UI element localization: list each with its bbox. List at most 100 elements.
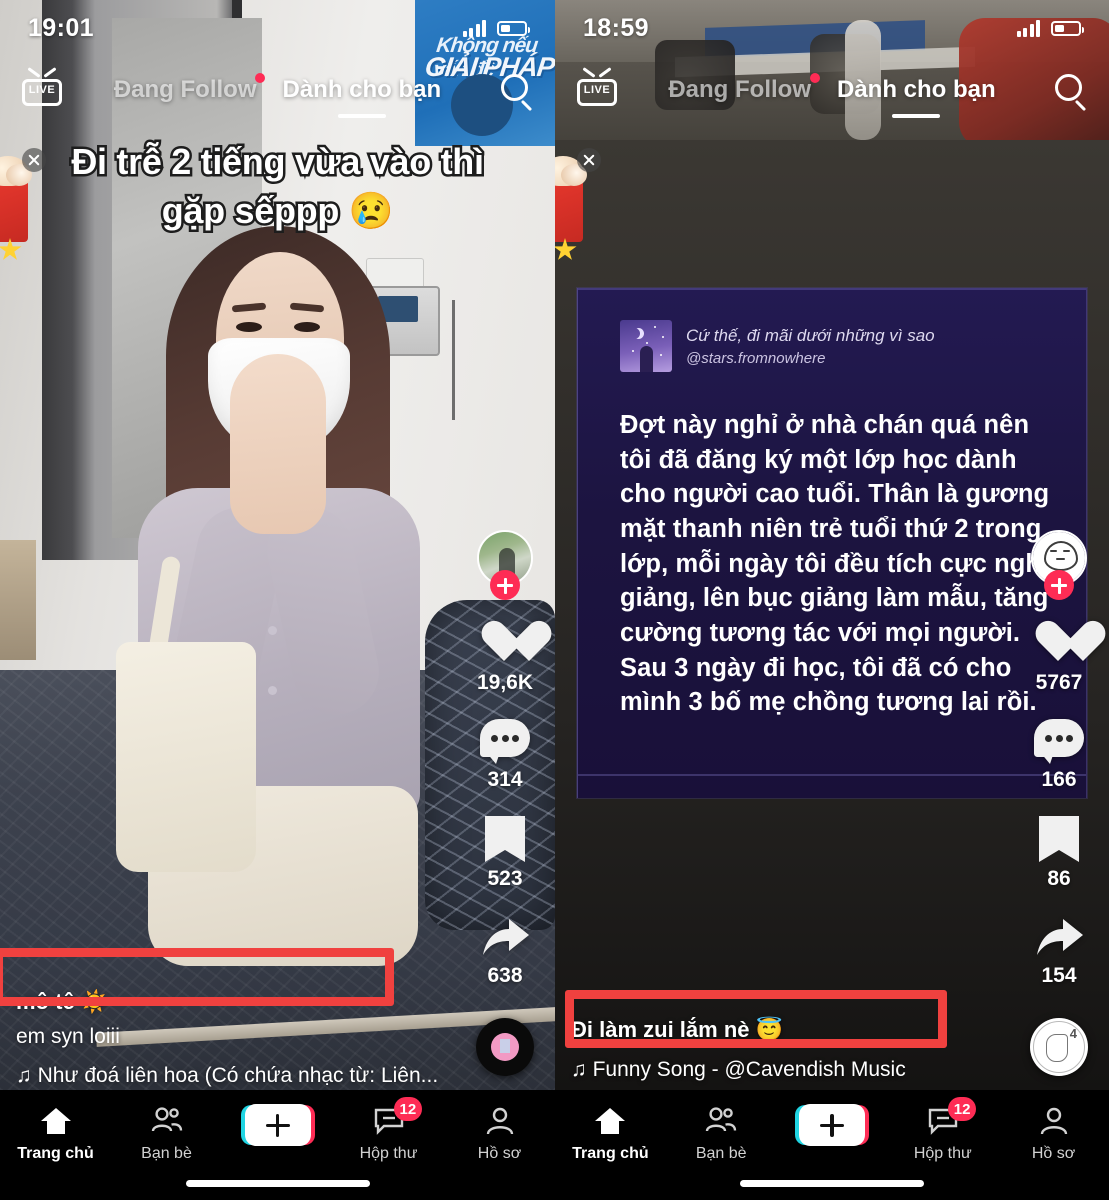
comment-icon [480,719,530,764]
plus-follow-icon[interactable] [1044,570,1074,600]
nav-item-inbox[interactable]: 12 Hộp thư [339,1097,439,1163]
home-indicator [740,1180,924,1187]
nav-item-friends[interactable]: Bạn bè [671,1104,771,1163]
nav-item-home[interactable]: Trang chủ [560,1104,660,1163]
home-indicator [185,1180,370,1187]
active-tab-underline [337,114,386,118]
like-button[interactable]: 19,6K [477,622,533,695]
quote-card-handle: @stars.fromnowhere [686,350,826,368]
status-time: 18:59 [583,13,649,42]
video-caption-block: mô tê ☀️ em syn loiii ♫ Như đoá liên hoa… [16,989,446,1088]
tab-for-you[interactable]: Dành cho bạn [282,76,442,118]
create-plus-icon[interactable] [798,1104,865,1146]
share-count: 638 [487,964,523,987]
heart-icon [1035,622,1083,666]
nav-item-friends[interactable]: Bạn bè [117,1104,217,1163]
music-disc-icon[interactable] [1030,1018,1088,1076]
nav-label-profile: Hồ sơ [1031,1145,1076,1162]
status-time: 19:01 [28,13,94,42]
bookmark-button[interactable]: 86 [1039,816,1079,891]
battery-icon [1051,20,1084,36]
share-arrow-icon [1033,915,1085,959]
notification-dot-icon [255,73,266,83]
caption-main: Đi làm zui lắm nè 😇 [571,1017,783,1042]
tab-for-you-label: Dành cho bạn [282,76,442,103]
comment-button[interactable]: 314 [480,719,530,792]
video-overlay-text: Đi trễ 2 tiếng vừa vào thì gặp sếppp 😢 [69,138,487,233]
bookmark-count: 86 [1047,867,1071,890]
share-button[interactable]: 638 [479,915,531,988]
nav-item-create[interactable] [228,1104,328,1146]
inbox-badge: 12 [393,1097,423,1121]
left-phone-screen: Không nếu vấn đề GIẢI PHÁP 19:01 LIVE Đa… [0,0,555,1200]
plus-follow-icon[interactable] [490,570,520,600]
nav-item-home[interactable]: Trang chủ [6,1104,106,1163]
search-icon[interactable] [1055,74,1089,112]
top-navigation-bar: LIVE Đang Follow Dành cho bạn [555,62,1109,124]
profile-icon [1037,1104,1071,1138]
profile-avatar[interactable] [477,530,533,600]
tab-following[interactable]: Đang Follow [668,73,820,110]
nav-item-profile[interactable]: Hồ sơ [450,1104,550,1163]
dual-screenshot-container: Không nếu vấn đề GIẢI PHÁP 19:01 LIVE Đa… [0,0,1109,1200]
share-count: 154 [1041,964,1077,987]
inbox-icon: 12 [926,1097,977,1138]
music-disc-icon[interactable] [476,1018,534,1076]
tab-following[interactable]: Đang Follow [114,73,266,110]
close-icon[interactable] [22,148,46,172]
tab-for-you[interactable]: Dành cho bạn [836,76,996,118]
comment-count: 314 [487,768,523,791]
bookmark-icon [485,816,525,862]
quote-card-title: Cứ thế, đi mãi dưới những vì sao [686,325,935,345]
nav-label-home: Trang chủ [572,1145,649,1162]
like-count: 19,6K [476,671,534,694]
cellular-signal-icon [462,19,486,37]
nav-item-create[interactable] [782,1104,882,1146]
nav-item-profile[interactable]: Hồ sơ [1004,1104,1104,1163]
profile-avatar[interactable] [1031,530,1087,600]
top-navigation-bar: LIVE Đang Follow Dành cho bạn [0,62,555,124]
comment-count: 166 [1041,768,1077,791]
tab-for-you-label: Dành cho bạn [836,76,996,103]
friends-icon [704,1104,738,1138]
profile-icon [483,1104,517,1138]
bottom-navigation: Trang chủ Bạn bè 12 Hộp thư Hồ sơ [555,1090,1109,1200]
action-rail: 19,6K 314 523 638 [469,530,541,1076]
heart-icon [481,622,529,666]
nav-label-home: Trang chủ [17,1145,94,1162]
caption-sub: em syn loiii [16,1025,120,1048]
share-button[interactable]: 154 [1033,915,1085,988]
share-arrow-icon [479,915,531,959]
status-bar: 19:01 [0,0,555,56]
nav-label-friends: Bạn bè [695,1145,747,1162]
comment-button[interactable]: 166 [1034,719,1084,792]
music-title[interactable]: ♫ Funny Song - @Cavendish Music [571,1058,1001,1082]
friends-icon [150,1104,184,1138]
like-button[interactable]: 5767 [1035,622,1083,695]
night-sky-thumbnail [620,320,672,372]
cellular-signal-icon [1016,19,1040,37]
close-icon[interactable] [577,148,601,172]
active-tab-underline [892,114,941,118]
person-subject [116,226,430,966]
caption-main: mô tê ☀️ [16,989,109,1014]
home-icon [39,1104,73,1138]
nav-label-profile: Hồ sơ [477,1145,522,1162]
notification-dot-icon [809,73,820,83]
nav-item-inbox[interactable]: 12 Hộp thư [893,1097,993,1163]
battery-icon [497,20,530,36]
nav-label-inbox: Hộp thư [913,1145,972,1162]
quote-card: Cứ thế, đi mãi dưới những vì sao @stars.… [577,288,1087,798]
bookmark-icon [1039,816,1079,862]
search-icon[interactable] [501,74,535,112]
like-count: 5767 [1035,671,1083,694]
create-plus-icon[interactable] [244,1104,311,1146]
status-bar: 18:59 [555,0,1109,56]
inbox-badge: 12 [947,1097,977,1121]
bookmark-count: 523 [487,867,523,890]
quote-card-body: Đợt này nghỉ ở nhà chán quá nên tôi đã đ… [620,411,1056,717]
nav-label-inbox: Hộp thư [359,1145,418,1162]
bookmark-button[interactable]: 523 [485,816,525,891]
music-title[interactable]: ♫ Như đoá liên hoa (Có chứa nhạc từ: Liê… [16,1064,446,1088]
right-phone-screen: Cứ thế, đi mãi dưới những vì sao @stars.… [555,0,1109,1200]
